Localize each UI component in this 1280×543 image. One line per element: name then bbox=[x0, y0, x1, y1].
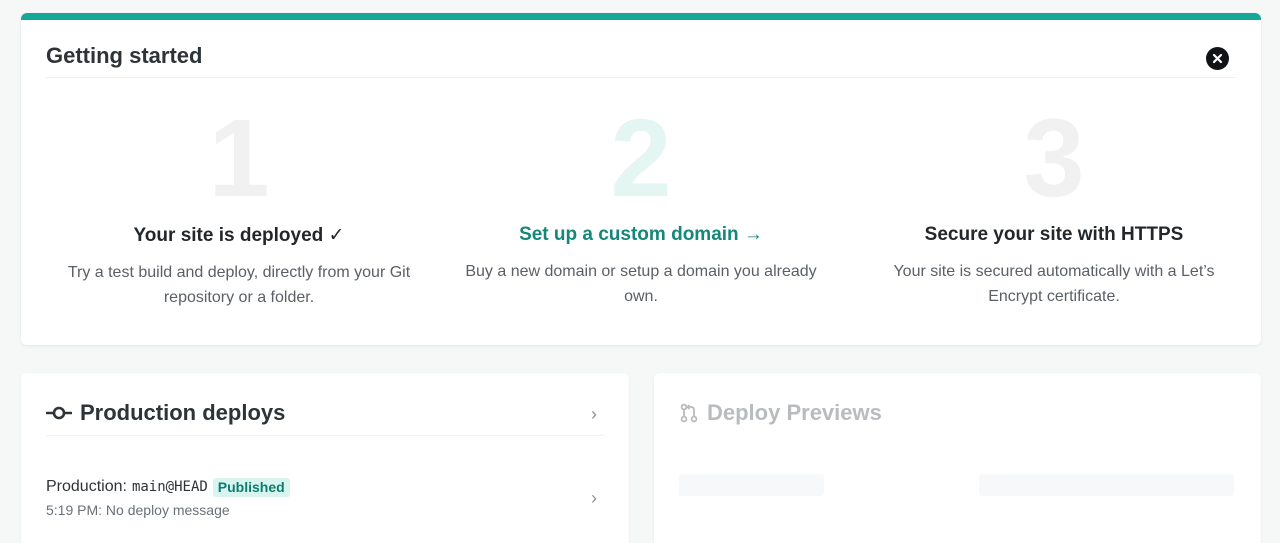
production-deploys-title: Production deploys bbox=[80, 400, 286, 425]
step-3: 3 Secure your site with HTTPS Your site … bbox=[854, 103, 1254, 309]
deploy-branch: main@HEAD bbox=[131, 479, 208, 495]
custom-domain-link[interactable]: Set up a custom domain → bbox=[441, 224, 841, 246]
step-description: Your site is secured automatically with … bbox=[893, 263, 1215, 305]
step-description: Try a test build and deploy, directly fr… bbox=[67, 264, 411, 306]
deploy-time: 5:19 PM: bbox=[46, 502, 103, 518]
step-number: 1 bbox=[208, 97, 270, 220]
deploy-message: No deploy message bbox=[105, 502, 230, 518]
deploy-summary: Production: main@HEAD Published bbox=[46, 476, 604, 498]
step-1: 1 Your site is deployed ✓ Try a test bui… bbox=[39, 103, 439, 310]
divider bbox=[46, 77, 1236, 78]
loading-placeholder bbox=[979, 474, 1234, 496]
divider bbox=[46, 435, 604, 436]
deploy-context-label: Production: bbox=[46, 478, 127, 495]
deploy-meta: 5:19 PM: No deploy message bbox=[46, 502, 604, 518]
getting-started-card: Getting started 1 Your site is deployed … bbox=[21, 13, 1261, 345]
step-heading: Your site is deployed ✓ bbox=[133, 225, 345, 246]
close-icon bbox=[1212, 53, 1223, 64]
deploy-previews-card: Deploy Previews bbox=[654, 373, 1261, 543]
accent-bar bbox=[21, 13, 1261, 20]
production-deploys-card: Production deploys › Production: main@HE… bbox=[21, 373, 629, 543]
deploy-previews-title: Deploy Previews bbox=[707, 400, 882, 425]
step-number: 3 bbox=[1023, 97, 1085, 220]
status-badge: Published bbox=[212, 477, 290, 497]
step-description: Buy a new domain or setup a domain you a… bbox=[465, 263, 817, 305]
loading-placeholder bbox=[679, 474, 824, 496]
chevron-right-icon[interactable]: › bbox=[591, 488, 597, 509]
step-number: 2 bbox=[610, 97, 672, 220]
close-button[interactable] bbox=[1206, 47, 1229, 70]
step-2: 2 Set up a custom domain → Buy a new dom… bbox=[441, 103, 841, 309]
pull-request-icon bbox=[680, 403, 698, 423]
getting-started-title: Getting started bbox=[46, 43, 203, 68]
commit-icon bbox=[46, 406, 72, 420]
deploy-row[interactable]: Production: main@HEAD Published 5:19 PM:… bbox=[46, 476, 604, 526]
deploy-previews-header[interactable]: Deploy Previews bbox=[679, 399, 882, 427]
step-heading: Secure your site with HTTPS bbox=[924, 224, 1184, 245]
chevron-right-icon[interactable]: › bbox=[591, 404, 597, 425]
production-deploys-header[interactable]: Production deploys bbox=[46, 399, 285, 427]
